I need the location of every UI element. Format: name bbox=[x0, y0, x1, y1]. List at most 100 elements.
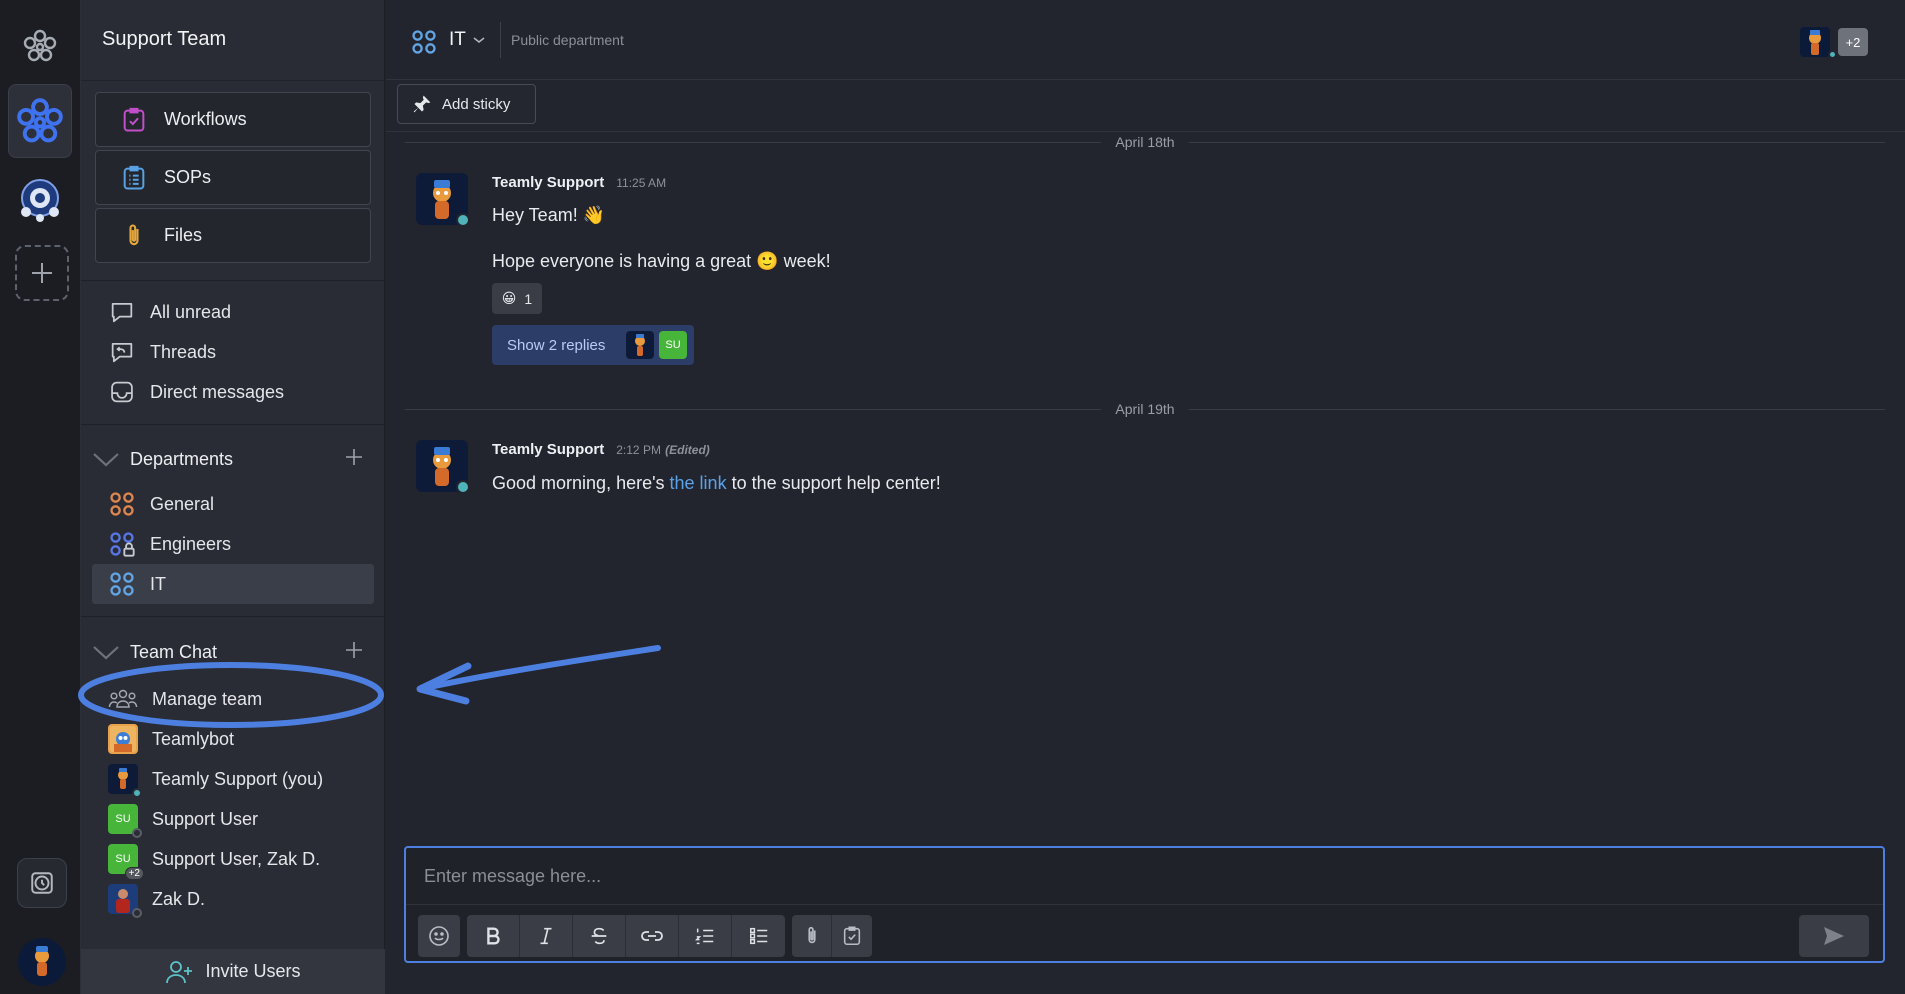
link-icon bbox=[641, 931, 663, 941]
reaction-chip[interactable]: 😀 1 bbox=[492, 283, 542, 314]
chevron-down-icon[interactable] bbox=[92, 642, 120, 662]
department-icon bbox=[412, 30, 436, 54]
help-center-link[interactable]: the link bbox=[670, 473, 727, 493]
online-indicator bbox=[132, 788, 142, 798]
chat-support-user[interactable]: SU Support User bbox=[92, 799, 374, 839]
nav-label: Direct messages bbox=[150, 381, 285, 402]
app-logo-icon[interactable] bbox=[8, 14, 72, 78]
add-chat-icon[interactable] bbox=[344, 640, 364, 660]
add-sticky-button[interactable]: Add sticky bbox=[397, 84, 536, 124]
bold-button[interactable] bbox=[467, 915, 520, 957]
ordered-list-icon bbox=[694, 928, 714, 945]
team-name[interactable]: Support Team bbox=[102, 28, 226, 51]
files-button[interactable]: Files bbox=[95, 208, 371, 263]
message-composer bbox=[404, 846, 1885, 963]
clock-icon bbox=[31, 872, 53, 894]
bullet-list-icon bbox=[749, 927, 767, 945]
chat-teamly-support[interactable]: Teamly Support (you) bbox=[92, 759, 374, 799]
send-button[interactable] bbox=[1799, 915, 1869, 957]
members-count-badge[interactable]: +2 bbox=[1838, 28, 1868, 56]
departments-label: Departments bbox=[130, 448, 234, 469]
format-toolbar bbox=[467, 915, 785, 957]
emoji-button[interactable] bbox=[418, 915, 460, 957]
department-general[interactable]: General bbox=[92, 484, 374, 524]
chat-group-support-user-zak[interactable]: SU +2 Support User, Zak D. bbox=[92, 839, 374, 880]
bullet-list-button[interactable] bbox=[732, 915, 785, 957]
chevron-down-icon[interactable] bbox=[92, 449, 120, 469]
message-line: Hey Team! 👋 bbox=[492, 205, 606, 225]
add-sticky-label: Add sticky bbox=[442, 95, 511, 113]
paperclip-icon bbox=[807, 926, 816, 944]
nav-threads[interactable]: Threads bbox=[92, 332, 374, 372]
manage-team[interactable]: Manage team bbox=[92, 679, 374, 719]
workspace-support-team-icon[interactable] bbox=[8, 84, 72, 158]
workspace-secondary-icon[interactable] bbox=[8, 168, 72, 232]
avatar-initials: SU bbox=[115, 853, 131, 865]
link-button[interactable] bbox=[626, 915, 679, 957]
department-icon bbox=[110, 572, 134, 596]
message-text: to the support help center! bbox=[726, 473, 941, 493]
task-button[interactable] bbox=[832, 915, 872, 957]
sops-button[interactable]: SOPs bbox=[95, 150, 371, 205]
team-chat-header[interactable]: Team Chat bbox=[92, 634, 374, 670]
emoji-icon bbox=[429, 926, 449, 946]
strikethrough-button[interactable] bbox=[573, 915, 626, 957]
reaction-emoji: 😀 bbox=[501, 290, 517, 306]
workflows-label: Workflows bbox=[164, 109, 247, 129]
nav-label: Threads bbox=[150, 341, 217, 362]
channel-header: IT Public department +2 bbox=[386, 0, 1905, 80]
ordered-list-button[interactable] bbox=[679, 915, 732, 957]
show-replies-button[interactable]: Show 2 replies SU bbox=[492, 325, 694, 365]
departments-header[interactable]: Departments bbox=[92, 441, 374, 477]
message-author[interactable]: Teamly Support 2:12 PM (Edited) bbox=[492, 441, 710, 458]
reply-avatar-su: SU bbox=[659, 331, 687, 359]
history-button[interactable] bbox=[17, 858, 67, 908]
attach-button[interactable] bbox=[792, 915, 832, 957]
reaction-count: 1 bbox=[524, 290, 533, 307]
online-indicator bbox=[1828, 50, 1837, 59]
online-indicator bbox=[456, 213, 470, 227]
user-avatar[interactable] bbox=[18, 938, 66, 986]
team-chat-label: Team Chat bbox=[130, 641, 218, 662]
add-department-icon[interactable] bbox=[344, 447, 364, 467]
reply-avatar bbox=[626, 331, 654, 359]
date-label: April 19th bbox=[1115, 401, 1175, 417]
message-input[interactable] bbox=[424, 862, 1824, 890]
invite-users-button[interactable]: Invite Users bbox=[81, 949, 385, 994]
date-label: April 18th bbox=[1115, 134, 1175, 150]
chat-teamlybot[interactable]: Teamlybot bbox=[92, 719, 374, 759]
chat-label: Support User, Zak D. bbox=[152, 848, 321, 869]
teamly-support-avatar bbox=[108, 764, 142, 798]
inbox-icon bbox=[111, 381, 133, 403]
chat-zak-d[interactable]: Zak D. bbox=[92, 879, 374, 919]
channel-name-dropdown[interactable]: IT bbox=[449, 29, 486, 51]
author-name: Teamly Support bbox=[492, 174, 605, 191]
nav-direct-messages[interactable]: Direct messages bbox=[92, 372, 374, 412]
zak-avatar bbox=[108, 884, 142, 918]
pin-icon bbox=[413, 95, 431, 113]
message-text: Good morning, here's bbox=[492, 473, 670, 493]
department-it[interactable]: IT bbox=[92, 564, 374, 604]
italic-button[interactable] bbox=[520, 915, 573, 957]
add-workspace-button[interactable] bbox=[15, 245, 69, 301]
channel-description: Public department bbox=[511, 32, 624, 48]
workflows-button[interactable]: Workflows bbox=[95, 92, 371, 147]
message-author[interactable]: Teamly Support 11:25 AM bbox=[492, 174, 666, 191]
strikethrough-icon bbox=[591, 927, 607, 945]
message-avatar[interactable] bbox=[416, 440, 470, 494]
message-avatar[interactable] bbox=[416, 173, 470, 227]
replies-label: Show 2 replies bbox=[507, 336, 606, 354]
divider bbox=[81, 80, 385, 81]
online-indicator bbox=[456, 480, 470, 494]
italic-icon bbox=[540, 927, 552, 945]
chat-label: Manage team bbox=[152, 688, 263, 709]
department-icon bbox=[110, 492, 134, 516]
department-label: IT bbox=[150, 573, 166, 594]
nav-all-unread[interactable]: All unread bbox=[92, 292, 374, 332]
thread-reply-icon bbox=[111, 342, 133, 363]
department-engineers[interactable]: Engineers bbox=[92, 524, 374, 564]
plus-icon bbox=[32, 263, 52, 283]
teamlybot-avatar bbox=[108, 724, 138, 754]
sops-label: SOPs bbox=[164, 167, 212, 187]
member-avatar[interactable] bbox=[1800, 27, 1830, 57]
